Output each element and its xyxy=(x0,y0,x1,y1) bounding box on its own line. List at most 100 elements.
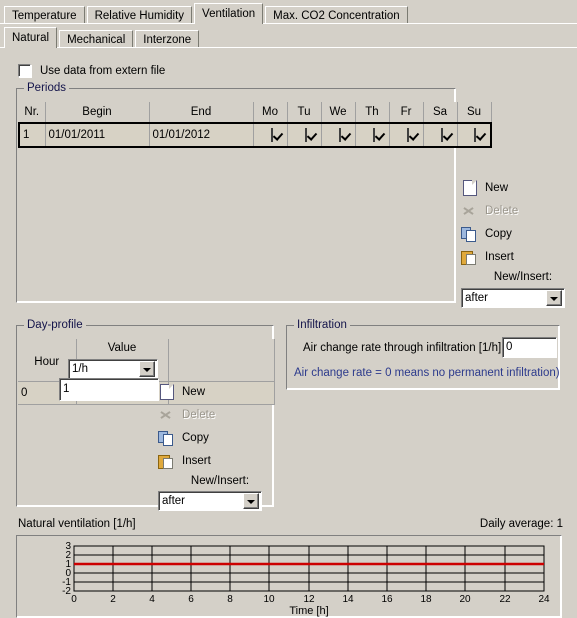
svg-text:14: 14 xyxy=(342,594,354,605)
period-day-sa-cell[interactable] xyxy=(423,122,458,148)
infiltration-group-title: Infiltration xyxy=(294,319,350,331)
new-page-icon xyxy=(160,383,174,400)
dayprofile-unit-select[interactable]: 1/h xyxy=(68,359,158,379)
period-day-th-cell[interactable] xyxy=(355,122,390,148)
dayprofile-insert-label: Insert xyxy=(182,454,211,467)
svg-text:2: 2 xyxy=(110,594,116,605)
checkbox-fr[interactable] xyxy=(406,128,409,142)
tab-max-co2-concentration[interactable]: Max. CO2 Concentration xyxy=(265,6,408,24)
svg-text:-2: -2 xyxy=(62,586,71,597)
svg-text:12: 12 xyxy=(303,594,315,605)
periods-col-tu: Tu xyxy=(287,102,322,124)
periods-col-fr: Fr xyxy=(389,102,424,124)
checkbox-mo[interactable] xyxy=(270,128,273,142)
chart-x-tick-labels: 0 2 4 6 8 10 12 14 16 18 20 22 24 xyxy=(71,594,550,605)
periods-col-su: Su xyxy=(457,102,492,124)
periods-actions: New Delete Copy Insert New/Insert: xyxy=(461,176,573,283)
inner-tabstrip: Natural Mechanical Interzone xyxy=(0,26,577,48)
periods-col-sa: Sa xyxy=(423,102,458,124)
infiltration-rate-input[interactable]: 0 xyxy=(502,337,557,358)
chevron-down-icon[interactable] xyxy=(139,361,155,377)
svg-text:18: 18 xyxy=(420,594,432,605)
outer-tabstrip: Temperature Relative Humidity Ventilatio… xyxy=(0,2,577,24)
periods-col-mo: Mo xyxy=(253,102,288,124)
use-extern-file-row[interactable]: Use data from extern file xyxy=(18,64,165,77)
period-end-cell[interactable]: 01/01/2012 xyxy=(149,122,254,148)
checkbox-tu[interactable] xyxy=(304,128,307,142)
period-day-fr-cell[interactable] xyxy=(389,122,424,148)
dayprofile-newinsert-select[interactable]: after xyxy=(158,491,262,511)
dayprofile-new-label: New xyxy=(182,385,206,398)
svg-text:0: 0 xyxy=(71,594,77,605)
periods-newinsert-select[interactable]: after xyxy=(461,288,565,308)
tab-mechanical[interactable]: Mechanical xyxy=(59,30,134,48)
periods-newinsert-label: New/Insert: xyxy=(493,271,553,283)
periods-new-label: New xyxy=(485,181,509,194)
dayprofile-actions: New Delete Copy Insert New/Insert: xyxy=(158,380,270,487)
use-extern-file-checkbox[interactable] xyxy=(18,64,31,77)
chart-x-axis-title: Time [h] xyxy=(289,605,328,617)
periods-newinsert-value: after xyxy=(465,292,489,304)
dayprofile-value-input[interactable]: 1 xyxy=(59,378,159,401)
period-nr-cell: 1 xyxy=(18,122,46,148)
periods-new-button[interactable]: New xyxy=(461,176,573,199)
checkbox-th[interactable] xyxy=(372,128,375,142)
checkbox-we[interactable] xyxy=(338,128,341,142)
periods-header-row: Nr. Begin End Mo Tu We Th Fr Sa Su xyxy=(19,102,492,124)
infiltration-group: Infiltration Air change rate through inf… xyxy=(286,319,560,390)
periods-delete-button[interactable]: Delete xyxy=(461,199,573,222)
checkbox-sa[interactable] xyxy=(440,128,443,142)
period-day-su-cell[interactable] xyxy=(457,122,492,148)
svg-text:24: 24 xyxy=(538,594,550,605)
natural-ventilation-page: Use data from extern file Periods Nr. Be… xyxy=(0,48,577,618)
paste-icon xyxy=(461,249,477,265)
periods-col-th: Th xyxy=(355,102,390,124)
copy-icon xyxy=(158,430,174,446)
tab-relative-humidity[interactable]: Relative Humidity xyxy=(86,6,193,24)
chart-y-tick-labels: 3 2 1 0 -1 -2 xyxy=(62,541,71,597)
dayprofile-copy-label: Copy xyxy=(182,431,209,444)
dayprofile-col-spacer xyxy=(168,339,275,382)
dayprofile-group-title: Day-profile xyxy=(24,319,86,331)
periods-group: Periods Nr. Begin End Mo Tu We Th Fr Sa xyxy=(16,82,492,303)
chevron-down-icon[interactable] xyxy=(546,290,562,306)
use-extern-file-label: Use data from extern file xyxy=(40,64,166,77)
svg-text:16: 16 xyxy=(381,594,393,605)
scissors-icon xyxy=(461,203,477,219)
dayprofile-unit-value: 1/h xyxy=(72,363,88,375)
tab-temperature[interactable]: Temperature xyxy=(4,6,85,24)
outer-tab-underline xyxy=(0,23,577,24)
dayprofile-insert-button[interactable]: Insert xyxy=(158,449,270,472)
dayprofile-newinsert-value: after xyxy=(162,495,186,507)
tab-interzone[interactable]: Interzone xyxy=(135,30,200,48)
dayprofile-delete-label: Delete xyxy=(182,408,216,421)
tab-natural[interactable]: Natural xyxy=(4,27,58,48)
svg-text:22: 22 xyxy=(499,594,511,605)
periods-col-end: End xyxy=(149,102,254,124)
periods-copy-button[interactable]: Copy xyxy=(461,222,573,245)
svg-text:10: 10 xyxy=(263,594,275,605)
table-row[interactable]: 1 01/01/2011 01/01/2012 xyxy=(18,122,492,148)
dayprofile-new-button[interactable]: New xyxy=(158,380,270,403)
periods-insert-button[interactable]: Insert xyxy=(461,245,573,268)
dayprofile-copy-button[interactable]: Copy xyxy=(158,426,270,449)
tab-ventilation[interactable]: Ventilation xyxy=(194,3,264,24)
periods-delete-label: Delete xyxy=(485,204,519,217)
chevron-down-icon[interactable] xyxy=(243,493,259,509)
svg-text:20: 20 xyxy=(459,594,471,605)
periods-table[interactable]: Nr. Begin End Mo Tu We Th Fr Sa Su 1 01/… xyxy=(18,102,492,148)
svg-text:4: 4 xyxy=(149,594,155,605)
chart-daily-average: Daily average: 1 xyxy=(479,518,563,530)
infiltration-note: Air change rate = 0 means no permanent i… xyxy=(294,367,560,379)
new-page-icon xyxy=(463,179,477,196)
period-day-we-cell[interactable] xyxy=(321,122,356,148)
period-day-tu-cell[interactable] xyxy=(287,122,322,148)
period-begin-cell[interactable]: 01/01/2011 xyxy=(45,122,150,148)
chart-panel: 3 2 1 0 -1 -2 0 2 4 6 8 10 12 14 16 18 2… xyxy=(16,535,562,618)
periods-copy-label: Copy xyxy=(485,227,512,240)
dayprofile-delete-button[interactable]: Delete xyxy=(158,403,270,426)
copy-icon xyxy=(461,226,477,242)
periods-col-we: We xyxy=(321,102,356,124)
checkbox-su[interactable] xyxy=(474,128,477,142)
period-day-mo-cell[interactable] xyxy=(253,122,288,148)
